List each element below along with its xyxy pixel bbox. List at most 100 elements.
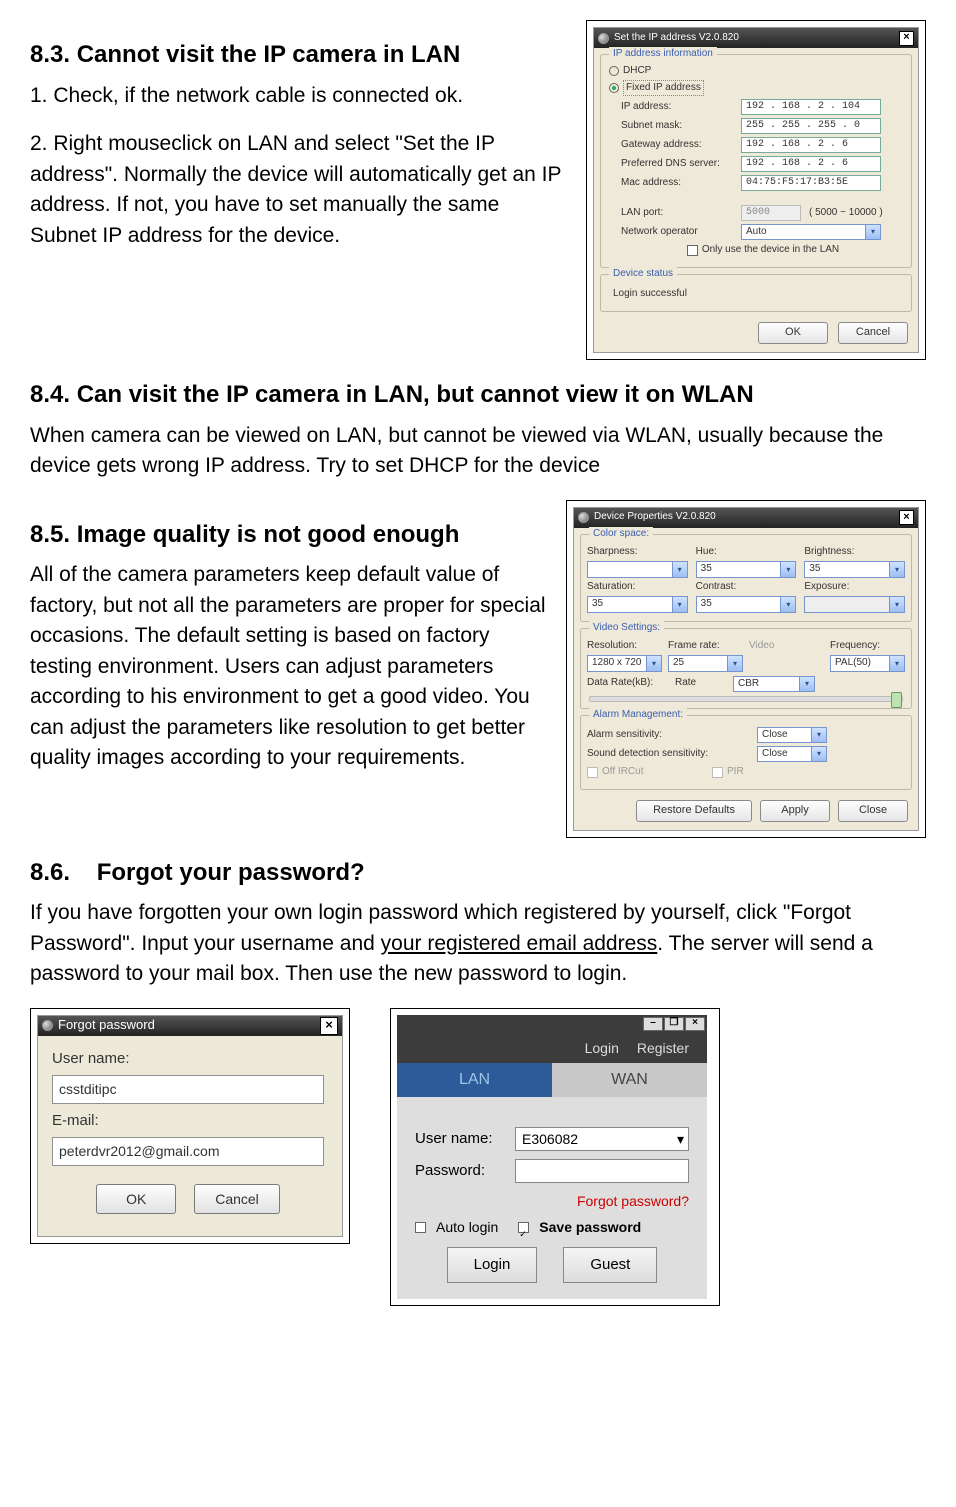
figure-device-props: Device Properties V2.0.820 × Color space… (566, 500, 926, 838)
lbl-ratemode: Rate (675, 676, 725, 691)
login-button[interactable]: Login (447, 1247, 538, 1283)
lbl-savepass: Save password (539, 1217, 641, 1237)
dd-res[interactable]: 1280 x 720 (587, 655, 662, 672)
chk-pir (712, 767, 723, 778)
chevron-down-icon (889, 656, 904, 671)
val-contrast: 35 (701, 597, 712, 612)
radio-dhcp-label: DHCP (623, 64, 651, 79)
lbl-rate: Data Rate(kB): (587, 676, 667, 691)
ok-button[interactable]: OK (758, 322, 828, 344)
fp-email-input[interactable]: peterdvr2012@gmail.com (52, 1137, 324, 1165)
radio-fixed-label: Fixed IP address (623, 80, 704, 97)
login-lbl-pass: Password: (415, 1160, 507, 1182)
login-pass-input[interactable] (515, 1159, 689, 1183)
lbl-bright: Brightness: (804, 545, 905, 560)
grp-video: Video Settings: (589, 621, 664, 636)
login-user-value: E306082 (522, 1129, 578, 1149)
dd-netop[interactable]: Auto (741, 224, 881, 240)
lbl-sharp: Sharpness: (587, 545, 688, 560)
slider-thumb[interactable] (891, 692, 902, 708)
radio-dhcp[interactable]: DHCP (609, 64, 903, 79)
hint-lanport: ( 5000 ~ 10000 ) (809, 206, 883, 221)
dd-hue[interactable]: 35 (696, 561, 797, 578)
close-icon[interactable]: × (320, 1017, 338, 1035)
val-dns[interactable]: 192 . 168 . 2 . 6 (741, 156, 881, 172)
chevron-down-icon (646, 656, 661, 671)
link-register[interactable]: Register (637, 1038, 689, 1058)
login-lbl-user: User name: (415, 1128, 507, 1150)
lbl-exposure: Exposure: (804, 580, 905, 595)
cancel-button[interactable]: Cancel (838, 322, 908, 344)
val-mac: 04:75:F5:17:B3:5E (741, 175, 881, 191)
dd-ratemode[interactable]: CBR (733, 676, 815, 693)
val-ip[interactable]: 192 . 168 . 2 . 104 (741, 99, 881, 115)
tab-wan[interactable]: WAN (552, 1063, 707, 1097)
dd-alarm[interactable]: Close (757, 727, 827, 743)
forgot-password-link[interactable]: Forgot password? (415, 1191, 689, 1211)
lbl-fps: Frame rate: (668, 639, 743, 654)
minimize-icon[interactable]: – (643, 1017, 663, 1031)
figure-set-ip: Set the IP address V2.0.820 × IP address… (586, 20, 926, 360)
apply-button[interactable]: Apply (760, 800, 830, 822)
heading-8-4: 8.4. Can visit the IP camera in LAN, but… (30, 378, 926, 413)
fp-ok-button[interactable]: OK (96, 1184, 176, 1214)
guest-button[interactable]: Guest (563, 1247, 657, 1283)
val-alarm: Close (762, 728, 788, 743)
chk-onlylan[interactable] (687, 245, 698, 256)
chevron-down-icon (799, 677, 814, 692)
val-sound: Close (762, 747, 788, 762)
lbl-lanport: LAN port: (621, 206, 741, 221)
dd-freq[interactable]: PAL(50) (830, 655, 905, 672)
fp-cancel-button[interactable]: Cancel (194, 1184, 280, 1214)
grp-alarm: Alarm Management: (589, 708, 687, 723)
close-button[interactable]: Close (838, 800, 908, 822)
grp-status: Device status (609, 267, 677, 282)
fp-user-input[interactable]: csstditipc (52, 1075, 324, 1103)
lbl-mac: Mac address: (621, 176, 741, 191)
close-icon[interactable]: × (685, 1017, 705, 1031)
lbl-dns: Preferred DNS server: (621, 157, 741, 172)
ip-titlebar: Set the IP address V2.0.820 × (594, 28, 918, 48)
val-hue: 35 (701, 562, 712, 577)
chevron-down-icon (780, 562, 795, 577)
tab-lan[interactable]: LAN (397, 1063, 552, 1097)
dd-fps[interactable]: 25 (668, 655, 743, 672)
lbl-freq: Frequency: (830, 639, 905, 654)
lbl-ip: IP address: (621, 100, 741, 115)
val-gw[interactable]: 192 . 168 . 2 . 6 (741, 137, 881, 153)
close-icon[interactable]: × (899, 510, 914, 525)
rate-slider[interactable] (589, 696, 903, 702)
props-title: Device Properties V2.0.820 (594, 510, 716, 525)
chevron-down-icon[interactable]: ▾ (677, 1129, 684, 1149)
lbl-ircut: Off IRCut (602, 765, 712, 780)
dd-sharp[interactable] (587, 561, 688, 578)
chk-autologin[interactable] (415, 1222, 426, 1233)
restore-button[interactable]: Restore Defaults (636, 800, 752, 822)
radio-fixed[interactable]: Fixed IP address (609, 80, 903, 97)
login-user-input[interactable]: E306082 ▾ (515, 1127, 689, 1151)
close-icon[interactable]: × (899, 31, 914, 46)
grp-ip-info: IP address information (609, 47, 717, 62)
status-text: Login successful (607, 283, 905, 306)
heading-8-3: 8.3. Cannot visit the IP camera in LAN (30, 38, 568, 73)
chk-savepass[interactable] (518, 1222, 529, 1233)
app-icon (598, 33, 609, 44)
lbl-autologin: Auto login (436, 1217, 498, 1237)
dd-sound[interactable]: Close (757, 746, 827, 762)
dd-sat[interactable]: 35 (587, 596, 688, 613)
dd-bright[interactable]: 35 (804, 561, 905, 578)
s84-p1: When camera can be viewed on LAN, but ca… (30, 421, 926, 482)
s83-p2: 2. Right mouseclick on LAN and select "S… (30, 129, 568, 251)
link-login[interactable]: Login (585, 1038, 619, 1058)
val-sat: 35 (592, 597, 603, 612)
dd-contrast[interactable]: 35 (696, 596, 797, 613)
fp-lbl-user: User name: (52, 1048, 324, 1070)
lbl-sound: Sound detection sensitivity: (587, 747, 757, 762)
val-mask[interactable]: 255 . 255 . 255 . 0 (741, 118, 881, 134)
s86-p1-under: your registered email address (381, 932, 658, 955)
maximize-icon[interactable]: ❐ (664, 1017, 684, 1031)
chevron-down-icon (865, 225, 880, 239)
s83-p1: 1. Check, if the network cable is connec… (30, 81, 568, 111)
chevron-down-icon (780, 597, 795, 612)
dd-exposure (804, 596, 905, 613)
